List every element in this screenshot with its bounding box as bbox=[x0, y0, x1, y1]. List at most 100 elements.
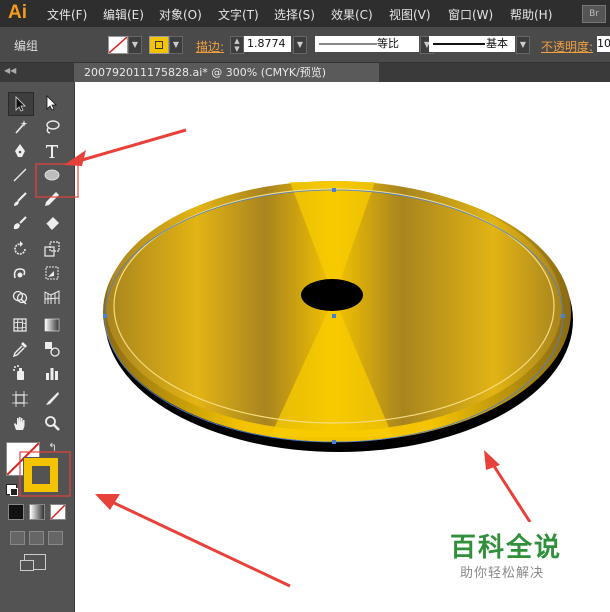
screen-mode-button[interactable] bbox=[20, 554, 46, 571]
eraser-icon bbox=[45, 217, 59, 230]
scale-icon bbox=[44, 241, 60, 257]
warp-icon bbox=[13, 268, 26, 279]
collapse-panel-icon[interactable]: ◀◀ bbox=[4, 66, 16, 75]
stroke-stepper[interactable]: ▲ ▼ bbox=[230, 36, 244, 54]
menu-help[interactable]: 帮助(H) bbox=[510, 6, 552, 23]
slice-knife-icon bbox=[46, 392, 59, 405]
fill-swatch[interactable] bbox=[108, 36, 128, 54]
bridge-button[interactable]: Br bbox=[582, 5, 606, 23]
mesh-icon bbox=[13, 318, 27, 332]
blob-brush-tool[interactable] bbox=[8, 212, 32, 234]
ellipse-tool[interactable] bbox=[40, 164, 64, 186]
line-segment-tool[interactable] bbox=[8, 164, 32, 186]
color-mode-button[interactable] bbox=[8, 504, 24, 520]
warp-tool[interactable] bbox=[8, 262, 32, 284]
variable-width-profile[interactable]: 等比 bbox=[315, 36, 419, 52]
magic-wand-tool[interactable] bbox=[8, 116, 32, 138]
watermark-subtitle: 助你轻松解决 bbox=[460, 566, 545, 581]
paintbrush-tool[interactable] bbox=[8, 188, 32, 210]
default-colors-icon[interactable] bbox=[6, 484, 18, 496]
brush-definition[interactable]: 基本 bbox=[429, 36, 515, 52]
menu-view[interactable]: 视图(V) bbox=[389, 6, 431, 23]
hand-tool[interactable] bbox=[8, 412, 32, 434]
brush-dropdown[interactable]: ▼ bbox=[516, 36, 530, 54]
gradient-icon bbox=[44, 318, 60, 332]
free-transform-tool[interactable] bbox=[40, 262, 64, 284]
draw-normal-button[interactable] bbox=[10, 531, 25, 545]
symbol-sprayer-tool[interactable] bbox=[8, 362, 32, 384]
menu-select[interactable]: 选择(S) bbox=[274, 6, 315, 23]
menu-type[interactable]: 文字(T) bbox=[218, 6, 259, 23]
disc-center-hole bbox=[301, 279, 363, 311]
stroke-swatch[interactable] bbox=[149, 36, 169, 54]
stroke-label[interactable]: 描边: bbox=[196, 38, 224, 55]
blend-tool[interactable] bbox=[40, 338, 64, 360]
eyedropper-tool[interactable] bbox=[8, 338, 32, 360]
pen-tool[interactable] bbox=[8, 140, 32, 162]
anchor-top[interactable] bbox=[332, 188, 336, 192]
menu-object[interactable]: 对象(O) bbox=[159, 6, 202, 23]
opacity-label[interactable]: 不透明度: bbox=[541, 38, 593, 55]
tools-panel: ↰ bbox=[0, 82, 75, 612]
menu-window[interactable]: 窗口(W) bbox=[448, 6, 493, 23]
document-tab[interactable]: 200792011175828.ai* @ 300% (CMYK/预览) bbox=[74, 63, 379, 82]
profile-label: 等比 bbox=[377, 37, 399, 50]
paintbrush-icon bbox=[14, 192, 27, 206]
anchor-right[interactable] bbox=[561, 314, 565, 318]
menu-effect[interactable]: 效果(C) bbox=[331, 6, 373, 23]
zoom-tool[interactable] bbox=[40, 412, 64, 434]
direct-selection-tool[interactable] bbox=[40, 92, 64, 114]
hand-icon bbox=[14, 417, 25, 430]
stroke-dropdown[interactable]: ▼ bbox=[169, 36, 183, 54]
type-t-icon bbox=[46, 145, 58, 158]
menu-edit[interactable]: 编辑(E) bbox=[103, 6, 144, 23]
rotate-tool[interactable] bbox=[8, 238, 32, 260]
anchor-bottom[interactable] bbox=[332, 440, 336, 444]
scale-tool[interactable] bbox=[40, 238, 64, 260]
shape-builder-icon bbox=[12, 290, 28, 305]
menu-bar: Ai 文件(F) 编辑(E) 对象(O) 文字(T) 选择(S) 效果(C) 视… bbox=[0, 0, 610, 27]
none-slash-icon bbox=[109, 37, 127, 53]
selection-tool[interactable] bbox=[8, 92, 34, 116]
stroke-weight-field[interactable]: 1.8774 bbox=[244, 36, 291, 52]
anchor-left[interactable] bbox=[103, 314, 107, 318]
perspective-grid-tool[interactable] bbox=[40, 286, 64, 308]
perspective-grid-icon bbox=[44, 290, 60, 304]
toolbar-stroke-swatch[interactable] bbox=[23, 457, 59, 493]
opacity-field[interactable]: 10 bbox=[597, 36, 610, 52]
draw-behind-button[interactable] bbox=[29, 531, 44, 545]
eraser-tool[interactable] bbox=[40, 212, 64, 234]
blob-brush-icon bbox=[13, 216, 27, 230]
symbol-sprayer-icon bbox=[13, 365, 24, 380]
lasso-icon bbox=[46, 120, 60, 134]
gradient-mode-button[interactable] bbox=[29, 504, 45, 520]
lasso-tool[interactable] bbox=[40, 116, 64, 138]
rotate-icon bbox=[14, 241, 26, 255]
blend-icon bbox=[45, 342, 60, 357]
pen-nib-icon bbox=[15, 144, 25, 157]
slice-tool[interactable] bbox=[40, 388, 64, 410]
anchor-center[interactable] bbox=[332, 314, 336, 318]
eyedropper-icon bbox=[12, 342, 27, 357]
column-graph-tool[interactable] bbox=[40, 362, 64, 384]
menu-file[interactable]: 文件(F) bbox=[47, 6, 87, 23]
watermark-title: 百科全说 bbox=[450, 533, 563, 563]
type-tool[interactable] bbox=[40, 140, 64, 162]
draw-inside-button[interactable] bbox=[48, 531, 63, 545]
line-segment-icon bbox=[13, 168, 27, 182]
pencil-icon bbox=[45, 192, 59, 206]
none-mode-button[interactable] bbox=[50, 504, 66, 520]
none-slash-icon bbox=[51, 505, 65, 519]
control-bar: 编组 ▼ ▼ 描边: ▲ ▼ 1.8774 ▼ 等比 ▼ 基本 ▼ 不透明度: 1… bbox=[0, 27, 610, 63]
shape-builder-tool[interactable] bbox=[8, 286, 32, 308]
stroke-weight-dropdown[interactable]: ▼ bbox=[293, 36, 307, 54]
column-graph-icon bbox=[46, 368, 58, 380]
magic-wand-icon bbox=[15, 120, 28, 134]
swap-fill-stroke-icon[interactable]: ↰ bbox=[48, 441, 57, 454]
gradient-tool[interactable] bbox=[40, 314, 64, 336]
free-transform-icon bbox=[45, 266, 59, 280]
fill-dropdown[interactable]: ▼ bbox=[128, 36, 142, 54]
mesh-tool[interactable] bbox=[8, 314, 32, 336]
pencil-tool[interactable] bbox=[40, 188, 64, 210]
artboard-tool[interactable] bbox=[8, 388, 32, 410]
